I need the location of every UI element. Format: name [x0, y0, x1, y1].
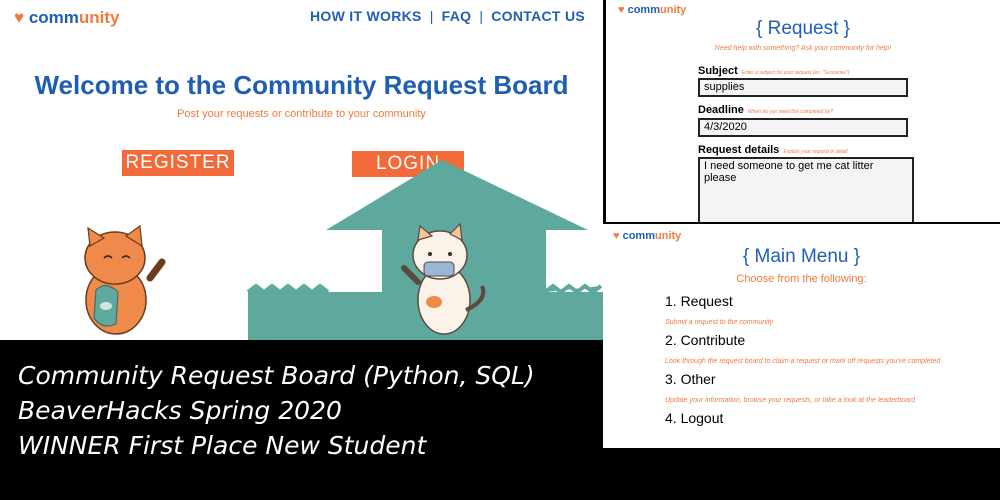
community-logo[interactable]: ♥ community — [613, 230, 681, 242]
menu-item-request-desc: Submit a request to the community — [665, 319, 774, 326]
main-menu-heading: { Main Menu } — [742, 246, 861, 267]
community-logo[interactable]: ♥ community — [618, 4, 686, 16]
details-label: Request details Explain your request in d… — [698, 144, 848, 156]
menu-item-other-desc: Update your information, browse your req… — [665, 397, 916, 404]
heart-icon: ♥ — [618, 4, 625, 16]
menu-item-contribute[interactable]: 2. Contribute — [665, 332, 745, 348]
request-prompt: Need help with something? Ask your commu… — [714, 45, 892, 52]
subject-hint: Enter a subject for your request (ex. "G… — [741, 70, 850, 76]
heart-icon: ♥ — [613, 230, 620, 242]
menu-item-other[interactable]: 3. Other — [665, 371, 716, 387]
deadline-label: Deadline When do you need this completed … — [698, 104, 833, 116]
menu-item-request[interactable]: 1. Request — [665, 293, 733, 309]
menu-item-contribute-desc: Look through the request board to claim … — [665, 358, 941, 365]
details-textarea[interactable]: I need someone to get me cat litter plea… — [698, 157, 914, 222]
landing-page: ♥ community HOW IT WORKS | FAQ | CONTACT US … — [0, 0, 603, 340]
subject-field[interactable]: supplies — [698, 78, 908, 97]
details-hint: Explain your request in detail — [783, 149, 848, 155]
project-caption: Community Request Board (Python, SQL) Be… — [18, 358, 535, 463]
deadline-hint: When do you need this completed by? — [747, 109, 833, 115]
menu-item-logout[interactable]: 4. Logout — [665, 410, 723, 426]
caption-title: Community Request Board (Python, SQL) — [18, 361, 535, 390]
main-menu-prompt: Choose from the following: — [736, 273, 867, 285]
orange-cat — [84, 224, 166, 335]
request-form-page: ♥ community { Request } Need help with s… — [606, 0, 1000, 222]
deadline-field[interactable]: 4/3/2020 — [698, 118, 908, 137]
caption-event: BeaverHacks Spring 2020 — [18, 396, 342, 425]
subject-label: Subject Enter a subject for your request … — [698, 65, 850, 77]
caption-award: WINNER First Place New Student — [18, 431, 427, 460]
community-illustration — [84, 160, 603, 340]
request-heading: { Request } — [755, 18, 851, 39]
main-menu-page: ♥ community { Main Menu } Choose from th… — [603, 224, 1000, 448]
